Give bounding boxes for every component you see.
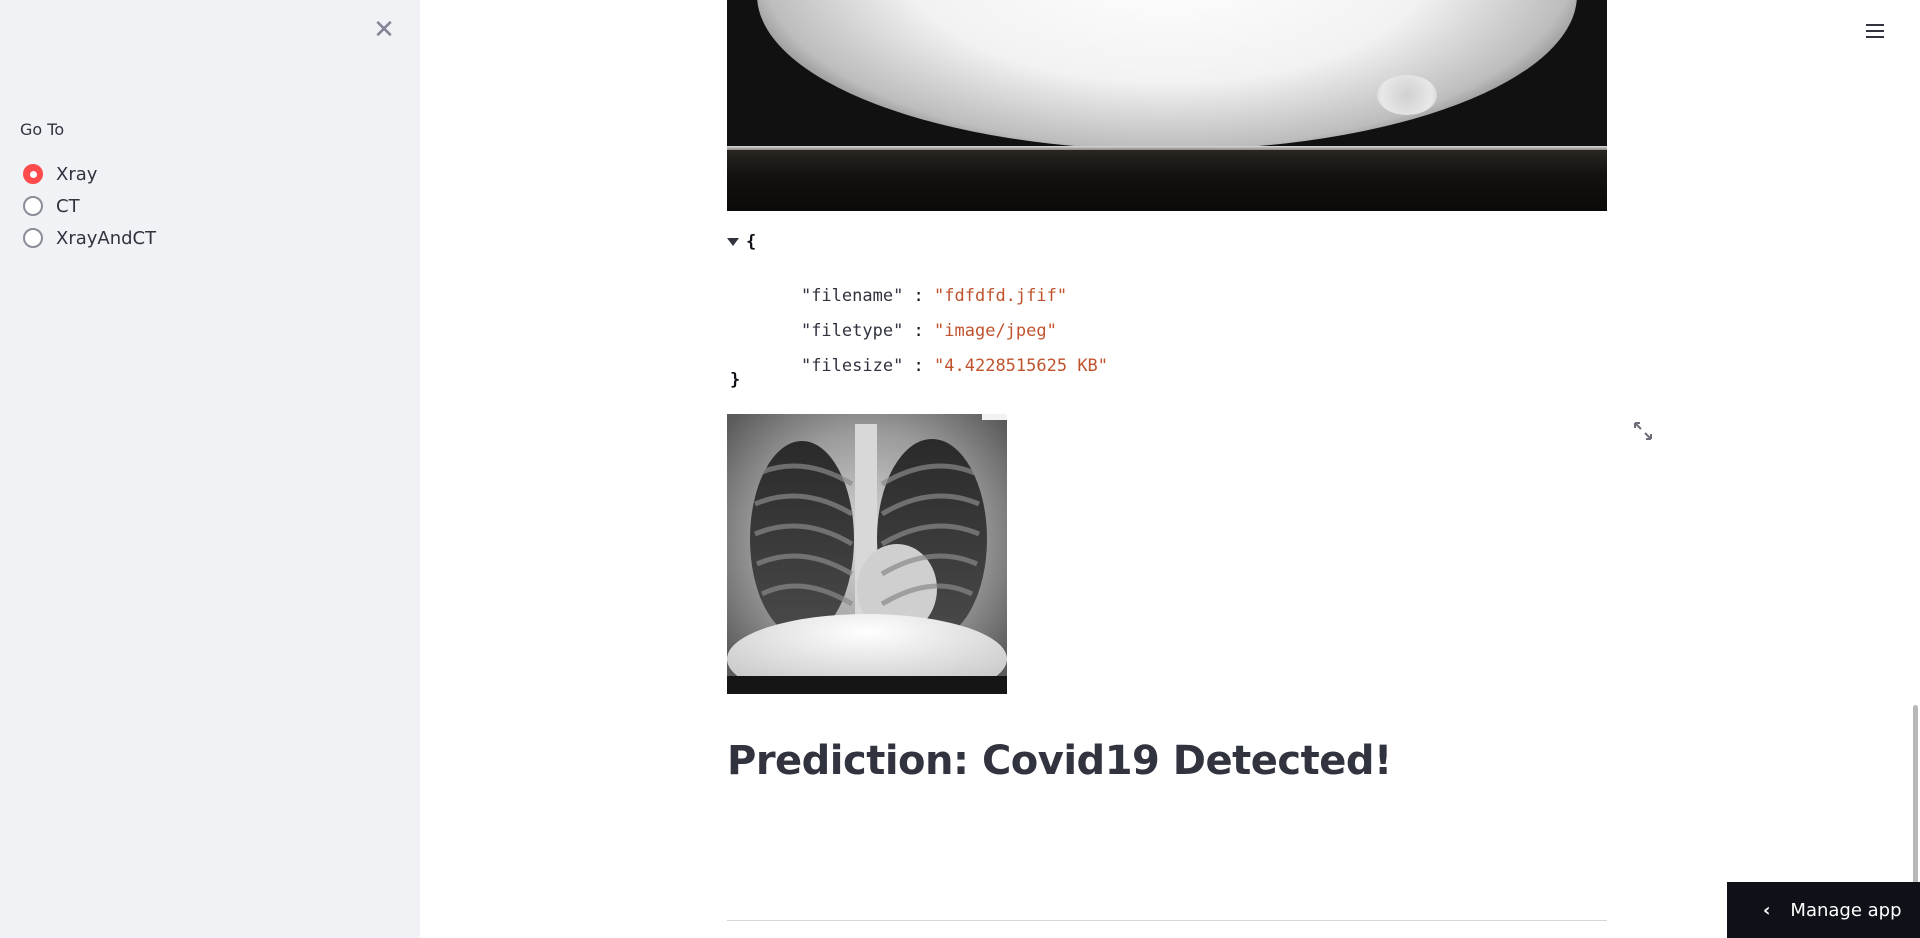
radio-label: CT	[56, 195, 80, 217]
radio-option-xray[interactable]: Xray	[20, 158, 156, 190]
radio-option-xrayandct[interactable]: XrayAndCT	[20, 222, 156, 254]
chevron-left-icon: ‹	[1763, 899, 1771, 921]
main-menu-button[interactable]	[1862, 20, 1888, 44]
fullscreen-button[interactable]	[1632, 420, 1654, 442]
radio-button-icon[interactable]	[23, 228, 43, 248]
chest-xray-image	[727, 414, 1007, 694]
uploaded-image-large	[727, 0, 1607, 211]
radio-option-ct[interactable]: CT	[20, 190, 156, 222]
json-brace-open: {	[746, 232, 757, 252]
expand-icon	[1634, 422, 1652, 440]
radio-button-icon[interactable]	[23, 196, 43, 216]
page-radio-group: Xray CT XrayAndCT	[20, 158, 156, 254]
collapse-triangle-icon[interactable]	[727, 238, 739, 246]
xray-thumbnail-image	[727, 414, 1007, 694]
json-key: "filesize"	[800, 356, 904, 376]
close-sidebar-button[interactable]: ✕	[372, 15, 396, 45]
radio-label: Xray	[56, 163, 98, 185]
close-icon: ✕	[373, 15, 395, 45]
prediction-heading: Prediction: Covid19 Detected!	[727, 738, 1392, 784]
content-divider	[727, 920, 1607, 921]
json-row-filesize: "filesize" : "4.4228515625 KB"	[800, 356, 1109, 376]
manage-app-label: Manage app	[1790, 899, 1902, 921]
goto-label: Go To	[20, 120, 65, 139]
hamburger-menu-icon	[1862, 24, 1888, 38]
manage-app-button[interactable]: ‹ Manage app	[1727, 882, 1920, 938]
json-brace-close: }	[730, 370, 741, 390]
radio-label: XrayAndCT	[56, 227, 157, 249]
radio-button-selected-icon[interactable]	[23, 164, 43, 184]
json-value: "4.4228515625 KB"	[934, 356, 1109, 376]
sidebar: ✕ Go To Xray CT XrayAndCT	[0, 0, 420, 938]
